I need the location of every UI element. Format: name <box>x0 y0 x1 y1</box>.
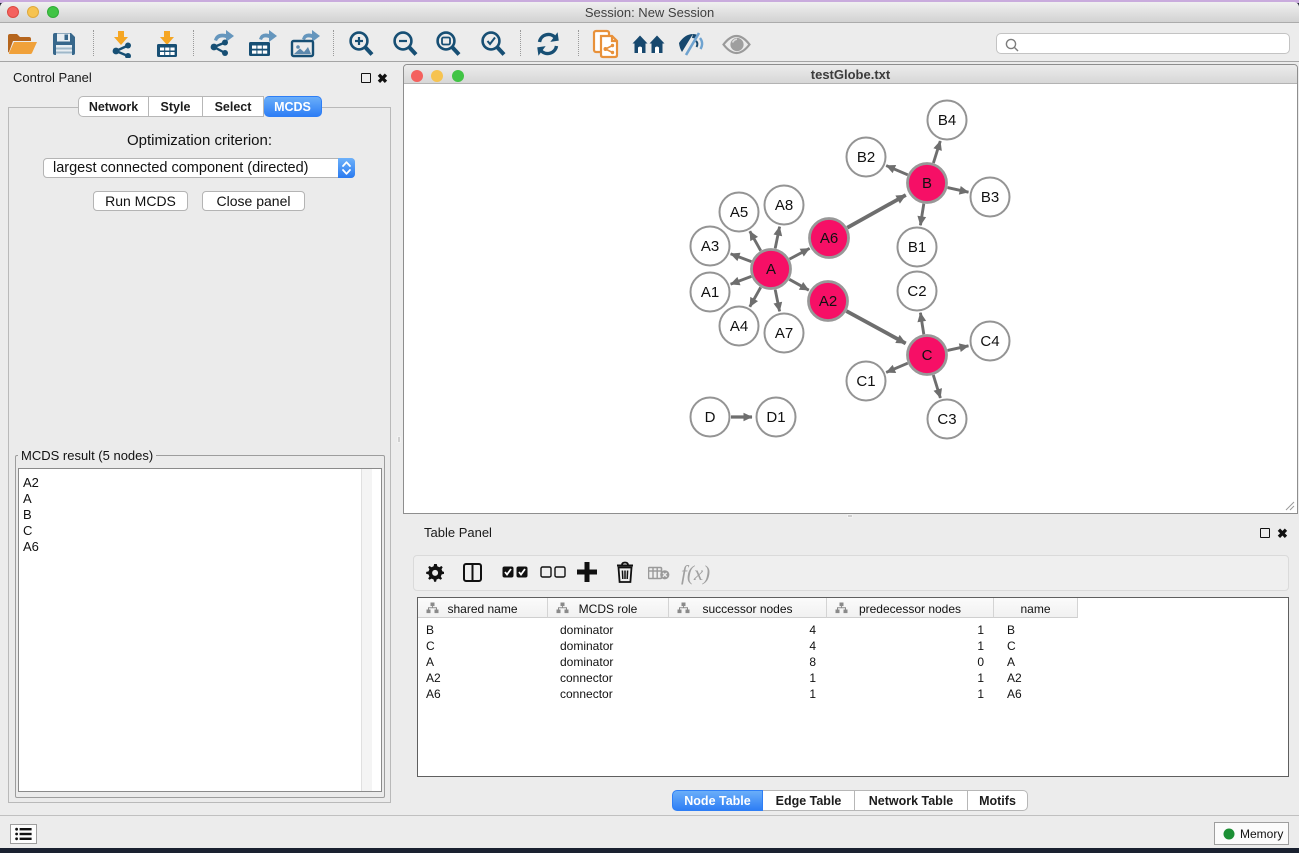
svg-text:C1: C1 <box>856 373 875 390</box>
svg-text:A5: A5 <box>730 204 748 221</box>
svg-text:A4: A4 <box>730 318 748 335</box>
svg-text:A1: A1 <box>701 284 719 301</box>
svg-text:B4: B4 <box>938 112 956 129</box>
svg-text:D1: D1 <box>766 409 785 426</box>
svg-text:B3: B3 <box>981 189 999 206</box>
svg-text:B2: B2 <box>857 149 875 166</box>
svg-text:A6: A6 <box>820 230 838 247</box>
svg-text:A3: A3 <box>701 238 719 255</box>
svg-text:B1: B1 <box>908 239 926 256</box>
svg-text:C2: C2 <box>907 283 926 300</box>
svg-text:C4: C4 <box>980 333 999 350</box>
svg-text:D: D <box>705 409 716 426</box>
svg-text:A7: A7 <box>775 325 793 342</box>
svg-text:A8: A8 <box>775 197 793 214</box>
svg-text:B: B <box>922 175 932 192</box>
svg-text:A: A <box>766 261 776 278</box>
svg-text:C: C <box>922 347 933 364</box>
svg-text:C3: C3 <box>937 411 956 428</box>
svg-text:A2: A2 <box>819 293 837 310</box>
